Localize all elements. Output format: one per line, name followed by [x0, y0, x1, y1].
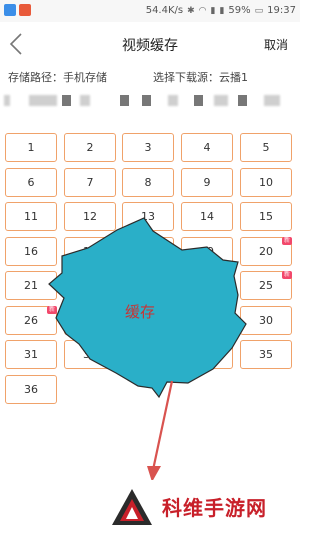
episode-label: 2: [86, 141, 94, 154]
battery-percent: 59%: [228, 5, 251, 16]
episode-label: 16: [24, 245, 38, 258]
new-badge: 新: [281, 271, 292, 279]
episode-label: 35: [259, 348, 273, 361]
episode-label: 31: [24, 348, 38, 361]
episode-label: 8: [144, 176, 152, 189]
episode-label: 25: [259, 279, 273, 292]
episode-label: 32: [83, 348, 97, 361]
new-badge: 新: [46, 306, 57, 314]
episode-button[interactable]: 34: [181, 340, 233, 369]
episode-label: 5: [262, 141, 270, 154]
logo-triangle-icon: [112, 488, 152, 525]
episode-label: 20: [259, 245, 273, 258]
episode-button[interactable]: 24: [181, 271, 233, 300]
episode-label: 18: [141, 245, 155, 258]
arrow-line: [151, 380, 174, 471]
episode-label: 30: [259, 314, 273, 327]
episode-button[interactable]: 10: [240, 168, 292, 197]
episode-button[interactable]: 6: [5, 168, 57, 197]
episode-button[interactable]: 8: [122, 168, 174, 197]
episode-button[interactable]: 14: [181, 202, 233, 231]
episode-label: 29: [200, 314, 214, 327]
episode-button[interactable]: 7: [64, 168, 116, 197]
wifi-icon: ◠: [198, 5, 207, 16]
episode-button[interactable]: 26 新: [5, 306, 57, 335]
episode-button[interactable]: 5: [240, 133, 292, 162]
episode-label: 12: [83, 210, 97, 223]
episode-button[interactable]: 33: [122, 340, 174, 369]
episode-label: 23: [141, 279, 155, 292]
episode-label: 27: [83, 314, 97, 327]
episode-label: 7: [86, 176, 94, 189]
episode-button[interactable]: 19: [181, 237, 233, 266]
episode-label: 15: [259, 210, 273, 223]
watermark-text: 科维手游网: [162, 496, 267, 520]
episode-button[interactable]: 13: [122, 202, 174, 231]
episode-button[interactable]: 4: [181, 133, 233, 162]
cache-label[interactable]: 缓存: [125, 301, 155, 322]
episode-label: 6: [27, 176, 35, 189]
obscured-strip: [4, 90, 296, 112]
episode-label: 24: [200, 279, 214, 292]
episode-label: 26: [24, 314, 38, 327]
episode-label: 3: [144, 141, 152, 154]
episode-button[interactable]: 31: [5, 340, 57, 369]
app-notification-icon: [4, 4, 16, 16]
episode-button[interactable]: 15: [240, 202, 292, 231]
status-bar: 54.4K/s ✱ ◠ ▮ ▮ 59% ▭ 19:37: [0, 0, 300, 22]
episode-button[interactable]: 30: [240, 306, 292, 335]
episode-label: 17: [83, 245, 97, 258]
new-badge: 新: [281, 237, 292, 245]
episode-label: 14: [200, 210, 214, 223]
bluetooth-icon: ✱: [187, 5, 195, 16]
episode-button[interactable]: 23: [122, 271, 174, 300]
notification-icons: [4, 4, 31, 16]
episode-button[interactable]: 35: [240, 340, 292, 369]
episode-button[interactable]: 29: [181, 306, 233, 335]
app-notification-icon: [19, 4, 31, 16]
clock: 19:37: [267, 5, 296, 16]
episode-label: 21: [24, 279, 38, 292]
episode-button[interactable]: 36: [5, 375, 57, 404]
episode-button[interactable]: 20 新: [240, 237, 292, 266]
episode-button[interactable]: 17: [64, 237, 116, 266]
episode-button[interactable]: 12: [64, 202, 116, 231]
title-bar: 视频缓存 取消: [0, 22, 300, 66]
episode-button[interactable]: 3: [122, 133, 174, 162]
episode-label: 10: [259, 176, 273, 189]
episode-button[interactable]: 32: [64, 340, 116, 369]
signal-icon: ▮: [219, 5, 225, 16]
episode-label: 1: [27, 141, 35, 154]
download-source-selector[interactable]: 选择下载源：云播1: [153, 69, 248, 85]
episode-button[interactable]: 21: [5, 271, 57, 300]
episode-label: 11: [24, 210, 38, 223]
episode-button[interactable]: 22: [64, 271, 116, 300]
battery-icon: ▭: [254, 5, 264, 16]
storage-path[interactable]: 存储路径：手机存储: [8, 69, 107, 85]
episode-button[interactable]: 27: [64, 306, 116, 335]
network-speed: 54.4K/s: [145, 5, 184, 16]
episode-button[interactable]: 16: [5, 237, 57, 266]
info-row: 存储路径：手机存储 选择下载源：云播1: [8, 69, 292, 85]
episode-label: 13: [141, 210, 155, 223]
episode-label: 9: [203, 176, 211, 189]
page-title: 视频缓存: [122, 38, 178, 54]
episode-button[interactable]: 11: [5, 202, 57, 231]
episode-button[interactable]: 18: [122, 237, 174, 266]
episode-button[interactable]: 9: [181, 168, 233, 197]
episode-label: 19: [200, 245, 214, 258]
episode-label: 36: [24, 383, 38, 396]
episode-label: 34: [200, 348, 214, 361]
episode-button[interactable]: 25 新: [240, 271, 292, 300]
cancel-button[interactable]: 取消: [264, 36, 288, 53]
episode-button[interactable]: 1: [5, 133, 57, 162]
status-indicators: 54.4K/s ✱ ◠ ▮ ▮ 59% ▭ 19:37: [146, 5, 296, 16]
episode-button[interactable]: 2: [64, 133, 116, 162]
signal-icon: ▮: [210, 5, 216, 16]
episode-label: 4: [203, 141, 211, 154]
watermark-logo: 科维手游网: [98, 480, 300, 533]
episode-label: 33: [141, 348, 155, 361]
episode-label: 22: [83, 279, 97, 292]
